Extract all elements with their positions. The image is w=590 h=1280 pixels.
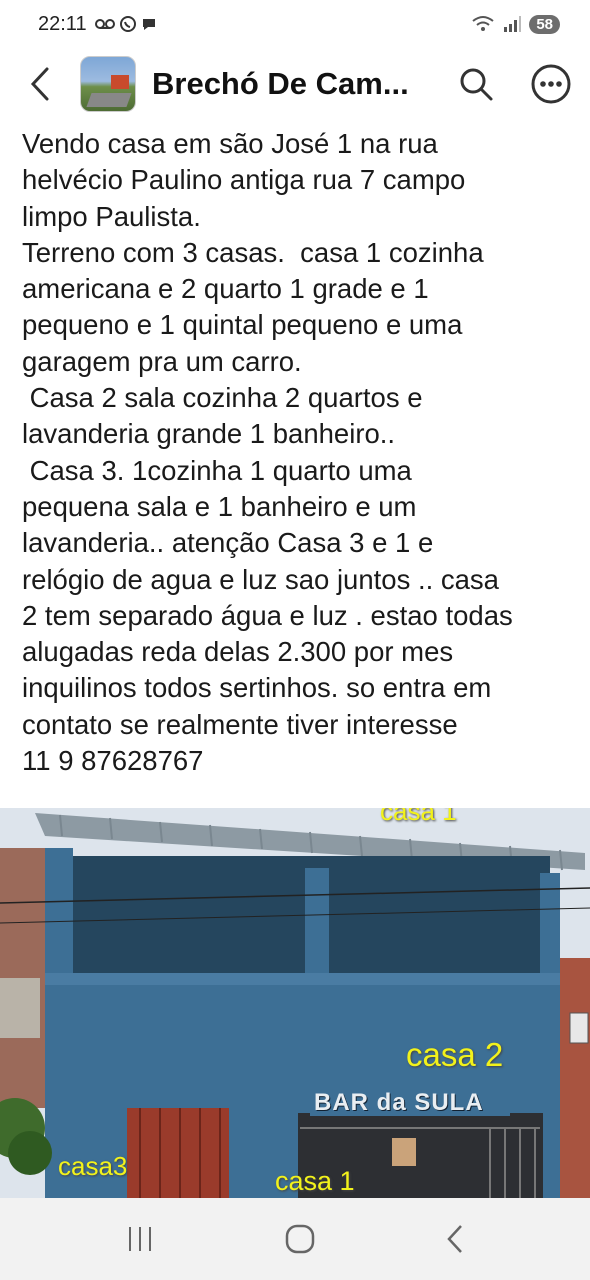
signal-icon [504,16,522,32]
voicemail-icon [94,19,115,29]
more-options-icon[interactable] [530,63,572,105]
search-icon[interactable] [458,66,494,102]
chat-icon [142,19,155,30]
house-photo [0,808,590,1198]
photo-label-top: casa 1 [380,808,457,826]
wifi-icon [472,16,494,31]
app-actions [458,48,572,120]
photo-label-casa1: casa 1 [275,1166,355,1196]
post-photo[interactable]: casa 1 casa 2 BAR da SULA casa3 casa 1 [0,808,590,1198]
chevron-left-icon [30,67,49,101]
app-bar: Brechó De Cam... [0,48,590,120]
notification-icons [94,15,157,33]
group-title[interactable]: Brechó De Cam... [152,66,422,102]
photo-label-casa2: casa 2 [406,1036,504,1073]
group-avatar[interactable] [80,56,136,112]
status-right: 58 [471,14,560,34]
battery-indicator: 58 [529,14,560,34]
status-left: 22:11 [38,13,157,36]
status-bar: 22:11 58 [0,0,590,48]
bar-sign-text: BAR da SULA [314,1089,484,1116]
photo-label-casa3: casa3 [58,1151,128,1181]
recent-apps-icon[interactable] [125,1224,155,1254]
back-icon[interactable] [445,1223,465,1255]
home-icon[interactable] [284,1223,316,1255]
system-nav-bar [0,1198,590,1280]
clock: 22:11 [38,12,87,35]
post-text: Vendo casa em são José 1 na rua helvécio… [22,128,513,777]
whatsapp-icon [119,16,136,32]
back-button[interactable] [0,48,80,120]
